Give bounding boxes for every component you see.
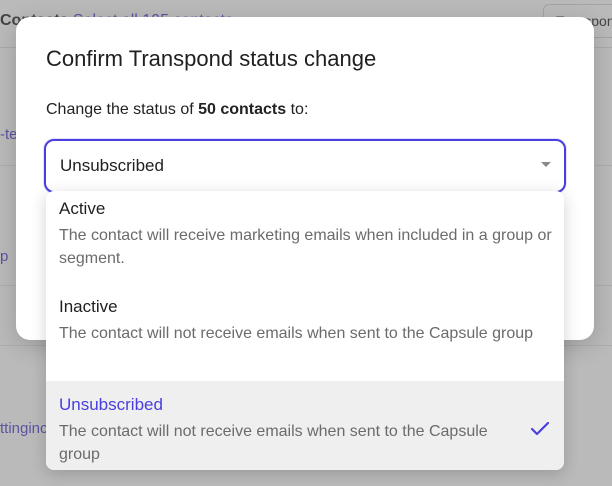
- status-select[interactable]: Unsubscribed: [44, 139, 566, 193]
- option-title: Inactive: [59, 297, 118, 316]
- status-dropdown-menu: Active The contact will receive marketin…: [46, 191, 564, 470]
- option-title: Unsubscribed: [59, 395, 163, 414]
- modal-desc-prefix: Change the status of: [46, 101, 199, 118]
- option-description: The contact will not receive emails when…: [59, 325, 534, 342]
- option-title: Active: [59, 199, 106, 218]
- option-description: The contact will not receive emails when…: [59, 423, 488, 463]
- check-icon: [530, 421, 550, 436]
- option-inactive[interactable]: Inactive The contact will not receive em…: [46, 283, 564, 381]
- contact-count: 50 contacts: [198, 101, 287, 118]
- option-unsubscribed[interactable]: Unsubscribed The contact will not receiv…: [46, 381, 564, 470]
- modal-title: Confirm Transpond status change: [46, 46, 377, 71]
- option-active[interactable]: Active The contact will receive marketin…: [46, 191, 564, 283]
- modal-desc-suffix: to:: [286, 101, 309, 118]
- modal-description: Change the status of 50 contacts to:: [46, 101, 308, 119]
- option-description: The contact will receive marketing email…: [59, 227, 552, 267]
- caret-down-icon[interactable]: [541, 162, 551, 167]
- status-select-value: Unsubscribed: [60, 156, 164, 175]
